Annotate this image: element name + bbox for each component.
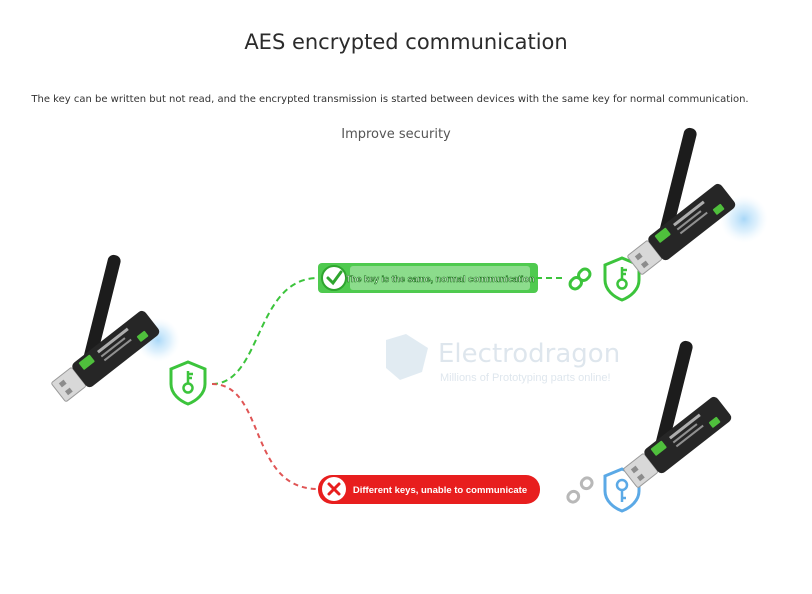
aes-diagram: Electrodragon Millions of Prototyping pa… bbox=[49, 126, 768, 513]
receiver-device-different-key bbox=[621, 339, 734, 492]
different-key-status: Different keys, unable to communicate bbox=[318, 475, 540, 504]
watermark-tagline: Millions of Prototyping parts online! bbox=[440, 372, 611, 384]
watermark-name: Electrodragon bbox=[438, 339, 620, 369]
source-key-shield bbox=[169, 360, 207, 406]
same-key-label: The key is the same, normal communicatio… bbox=[345, 274, 534, 284]
source-device bbox=[49, 253, 180, 406]
link-icon bbox=[568, 267, 592, 291]
same-key-status: The key is the same, normal communicatio… bbox=[318, 263, 538, 293]
broken-link-icon bbox=[566, 476, 594, 504]
watermark: Electrodragon Millions of Prototyping pa… bbox=[386, 334, 620, 384]
different-key-label: Different keys, unable to communicate bbox=[353, 485, 527, 496]
path-different-key-line bbox=[211, 383, 319, 490]
receiver-device-same-key bbox=[625, 126, 768, 279]
